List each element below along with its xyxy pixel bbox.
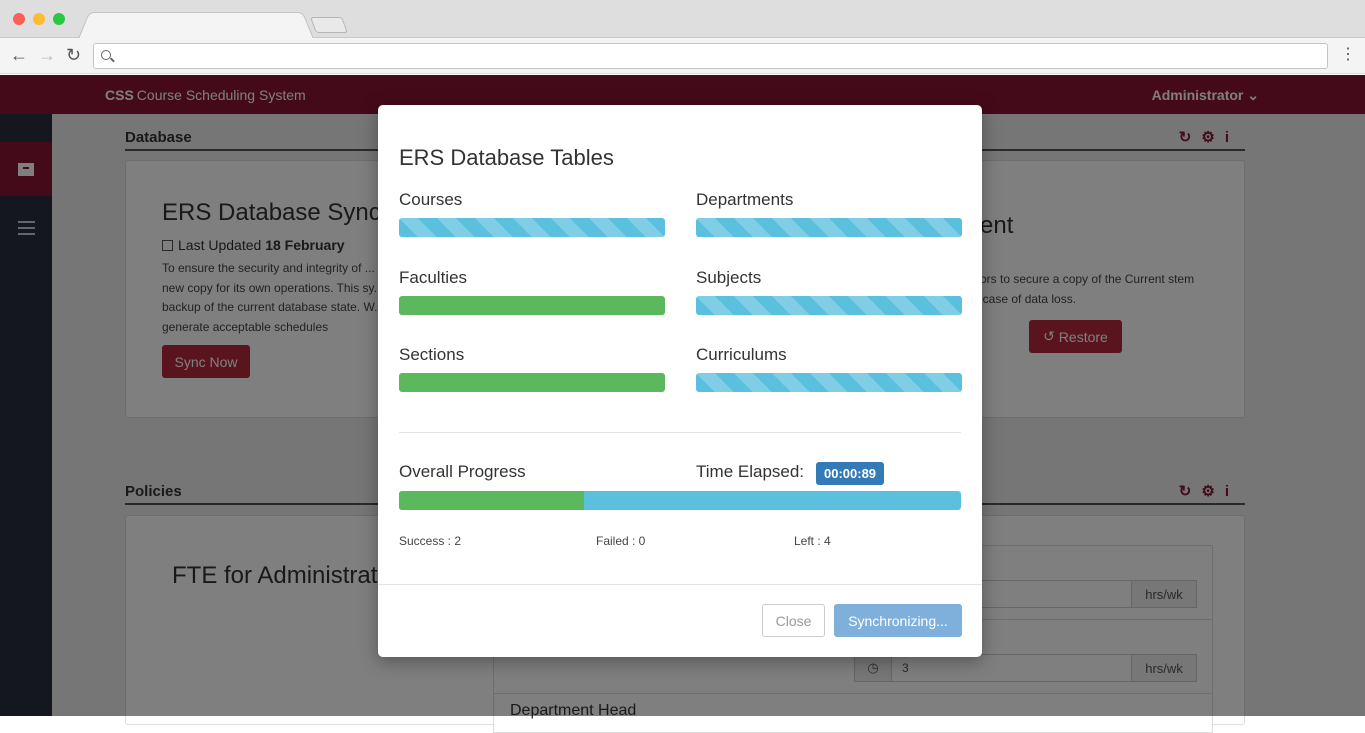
table-label-subjects: Subjects: [696, 268, 762, 287]
progress-bar-faculties: [399, 296, 665, 315]
overall-progress-bar: [399, 491, 961, 510]
time-elapsed-label: Time Elapsed:: [696, 462, 805, 481]
table-label-courses: Courses: [399, 190, 463, 209]
back-arrow-icon[interactable]: ←: [10, 46, 28, 64]
browser-tab[interactable]: [78, 12, 314, 39]
modal-title: ERS Database Tables: [399, 145, 614, 170]
search-icon: [101, 50, 111, 60]
reload-icon[interactable]: ↻: [66, 46, 81, 64]
sync-modal: ERS Database Tables Courses Departments …: [378, 105, 982, 657]
browser-menu-icon[interactable]: ⋮: [1340, 47, 1356, 63]
overall-progress-label: Overall Progress: [399, 462, 526, 481]
progress-bar-sections: [399, 373, 665, 392]
table-label-curriculums: Curriculums: [696, 345, 787, 364]
progress-bar-subjects: [696, 296, 962, 315]
new-tab-button[interactable]: [310, 17, 348, 33]
table-label-faculties: Faculties: [399, 268, 468, 287]
browser-tab-bar: [0, 0, 1365, 39]
time-elapsed-badge: 00:00:89: [816, 462, 885, 485]
close-window-icon[interactable]: [13, 13, 25, 25]
progress-bar-departments: [696, 218, 962, 237]
browser-toolbar: ← → ↻ ⋮: [0, 38, 1365, 74]
failed-count: Failed : 0: [596, 534, 646, 548]
table-label-departments: Departments: [696, 190, 794, 209]
maximize-window-icon[interactable]: [53, 13, 65, 25]
left-count: Left : 4: [794, 534, 831, 548]
table-label-sections: Sections: [399, 345, 465, 364]
progress-bar-curriculums: [696, 373, 962, 392]
overall-progress-fill: [399, 491, 585, 510]
progress-bar-courses: [399, 218, 665, 237]
address-bar[interactable]: [93, 43, 1328, 69]
synchronizing-button[interactable]: Synchronizing...: [834, 604, 962, 637]
close-button[interactable]: Close: [762, 604, 825, 637]
modal-footer-divider: [378, 584, 982, 585]
success-count: Success : 2: [399, 534, 462, 548]
modal-divider: [399, 432, 961, 433]
minimize-window-icon[interactable]: [33, 13, 45, 25]
forward-arrow-icon[interactable]: →: [38, 46, 56, 64]
